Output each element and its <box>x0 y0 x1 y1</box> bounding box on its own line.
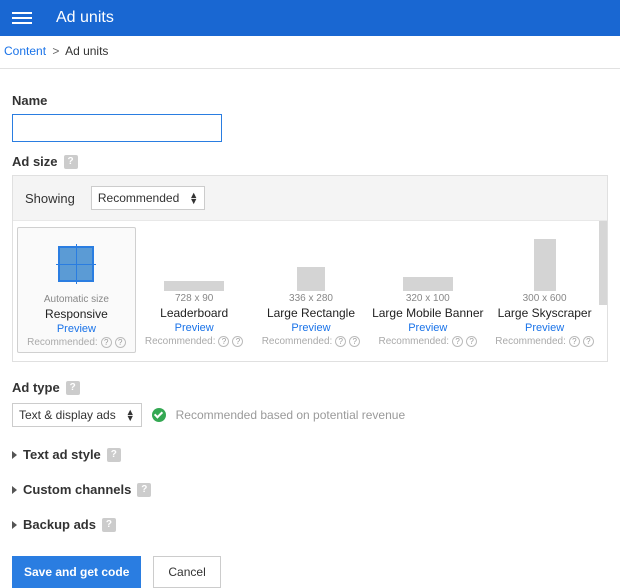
adtype-label: Ad type ? <box>12 380 608 395</box>
help-icon[interactable]: ? <box>137 483 151 497</box>
collapsible-row[interactable]: Backup ads? <box>12 517 608 532</box>
size-name: Leaderboard <box>138 306 251 320</box>
help-icon[interactable]: ? <box>569 336 580 347</box>
name-label: Name <box>12 93 608 108</box>
size-dimensions: 320 x 100 <box>371 293 484 304</box>
cancel-button[interactable]: Cancel <box>153 556 220 588</box>
help-icon[interactable]: ? <box>101 337 112 348</box>
scrollbar-indicator[interactable] <box>599 221 607 305</box>
check-icon <box>152 408 166 422</box>
showing-select-value: Recommended <box>98 191 179 205</box>
adsize-filters: Showing Recommended ▲▼ <box>13 176 607 220</box>
recommended-row: Recommended:?? <box>255 336 368 347</box>
adsize-label: Ad size ? <box>12 154 608 169</box>
preview-link[interactable]: Preview <box>138 322 251 334</box>
size-dimensions: 336 x 280 <box>255 293 368 304</box>
collapsible-label: Backup ads <box>23 517 96 532</box>
size-name: Large Mobile Banner <box>371 306 484 320</box>
recommended-row: Recommended:?? <box>138 336 251 347</box>
help-icon[interactable]: ? <box>452 336 463 347</box>
menu-icon[interactable] <box>12 12 32 24</box>
help-icon[interactable]: ? <box>218 336 229 347</box>
showing-select[interactable]: Recommended ▲▼ <box>91 186 205 210</box>
recommended-row: Recommended:?? <box>20 337 133 348</box>
name-input[interactable] <box>12 114 222 142</box>
recommended-label: Recommended: <box>495 336 566 347</box>
size-name: Responsive <box>20 307 133 321</box>
chevron-right-icon <box>12 451 17 459</box>
help-icon[interactable]: ? <box>107 448 121 462</box>
content-area: Name Ad size ? Showing Recommended ▲▼ Au… <box>0 69 620 588</box>
size-card-list: Automatic sizeResponsivePreviewRecommend… <box>13 220 607 361</box>
size-thumb <box>297 267 325 291</box>
page-title: Ad units <box>56 9 114 27</box>
chevron-right-icon <box>12 521 17 529</box>
preview-link[interactable]: Preview <box>371 322 484 334</box>
help-icon[interactable]: ? <box>66 381 80 395</box>
size-dimensions: 728 x 90 <box>138 293 251 304</box>
help-icon[interactable]: ? <box>466 336 477 347</box>
adtype-select[interactable]: Text & display ads ▲▼ <box>12 403 142 427</box>
breadcrumb: Content > Ad units <box>0 36 620 69</box>
recommended-label: Recommended: <box>378 336 449 347</box>
size-thumb-area <box>138 231 251 291</box>
help-icon[interactable]: ? <box>115 337 126 348</box>
footer-buttons: Save and get code Cancel <box>12 556 608 588</box>
adtype-note: Recommended based on potential revenue <box>176 408 406 422</box>
size-thumb <box>534 239 556 291</box>
size-name: Large Rectangle <box>255 306 368 320</box>
collapsible-label: Custom channels <box>23 482 131 497</box>
adtype-select-value: Text & display ads <box>19 408 116 422</box>
breadcrumb-separator: > <box>52 44 59 58</box>
updown-icon: ▲▼ <box>126 409 135 421</box>
collapsible-row[interactable]: Text ad style? <box>12 447 608 462</box>
preview-link[interactable]: Preview <box>488 322 601 334</box>
size-name: Large Skyscraper <box>488 306 601 320</box>
size-thumb-area <box>371 231 484 291</box>
help-icon[interactable]: ? <box>232 336 243 347</box>
size-thumb-area <box>488 231 601 291</box>
adtype-row: Text & display ads ▲▼ Recommended based … <box>12 403 608 427</box>
size-card[interactable]: 320 x 100 Large Mobile Banner Preview Recom… <box>369 227 486 353</box>
adsize-label-text: Ad size <box>12 154 58 169</box>
save-button[interactable]: Save and get code <box>12 556 141 588</box>
collapsible-row[interactable]: Custom channels? <box>12 482 608 497</box>
breadcrumb-root-link[interactable]: Content <box>4 44 46 58</box>
adsize-panel: Showing Recommended ▲▼ Automatic size Res… <box>12 175 608 362</box>
help-icon[interactable]: ? <box>102 518 116 532</box>
chevron-right-icon <box>12 486 17 494</box>
recommended-row: Recommended:?? <box>371 336 484 347</box>
size-thumb <box>403 277 453 291</box>
help-icon[interactable]: ? <box>583 336 594 347</box>
collapsible-label: Text ad style <box>23 447 101 462</box>
top-bar: Ad units <box>0 0 620 36</box>
size-thumb-area <box>255 231 368 291</box>
preview-link[interactable]: Preview <box>20 323 133 335</box>
recommended-label: Recommended: <box>262 336 333 347</box>
breadcrumb-current: Ad units <box>65 44 108 58</box>
showing-label: Showing <box>25 191 75 206</box>
size-thumb-area <box>20 232 133 292</box>
size-dimensions: 300 x 600 <box>488 293 601 304</box>
size-card[interactable]: 728 x 90 Leaderboard Preview Recommended:?? <box>136 227 253 353</box>
help-icon[interactable]: ? <box>349 336 360 347</box>
responsive-icon <box>58 246 94 282</box>
size-card[interactable]: 300 x 600 Large Skyscraper Preview Recommen… <box>486 227 603 353</box>
recommended-label: Recommended: <box>145 336 216 347</box>
help-icon[interactable]: ? <box>335 336 346 347</box>
size-dimensions: Automatic size <box>20 294 133 305</box>
size-thumb <box>164 281 224 291</box>
recommended-row: Recommended:?? <box>488 336 601 347</box>
size-card[interactable]: 336 x 280 Large Rectangle Preview Recommend… <box>253 227 370 353</box>
help-icon[interactable]: ? <box>64 155 78 169</box>
size-card[interactable]: Automatic size Responsive Preview Recommend… <box>17 227 136 353</box>
preview-link[interactable]: Preview <box>255 322 368 334</box>
updown-icon: ▲▼ <box>189 192 198 204</box>
recommended-label: Recommended: <box>27 337 98 348</box>
adtype-label-text: Ad type <box>12 380 60 395</box>
name-label-text: Name <box>12 93 47 108</box>
